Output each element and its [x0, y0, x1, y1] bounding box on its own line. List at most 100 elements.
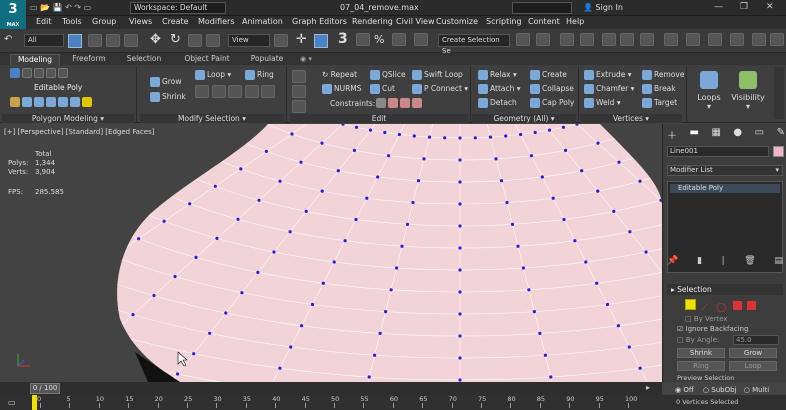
- mesh-vertex[interactable]: [412, 134, 416, 138]
- mesh-vertex[interactable]: [562, 217, 566, 222]
- vase-mesh[interactable]: [0, 124, 662, 382]
- mesh-vertex[interactable]: [162, 219, 166, 223]
- tab-freeform[interactable]: Freeform: [64, 54, 114, 65]
- mesh-vertex[interactable]: [73, 176, 76, 179]
- menu-item-modifiers[interactable]: Modifiers: [198, 17, 235, 26]
- mesh-vertex[interactable]: [627, 345, 631, 349]
- mesh-vertex[interactable]: [458, 334, 462, 338]
- mesh-vertex[interactable]: [458, 356, 462, 360]
- edit-footer[interactable]: Edit: [290, 114, 468, 123]
- tab-object-paint[interactable]: Object Paint: [176, 54, 238, 65]
- mesh-vertex[interactable]: [644, 250, 648, 254]
- loop-selection-button[interactable]: Loop: [729, 361, 777, 371]
- menu-item-group[interactable]: Group: [92, 17, 116, 26]
- menu-item-rendering[interactable]: Rendering: [352, 17, 393, 26]
- mesh-vertex[interactable]: [206, 124, 210, 126]
- mesh-vertex[interactable]: [652, 149, 656, 153]
- mesh-vertex[interactable]: [411, 200, 415, 205]
- mirror-icon[interactable]: [516, 33, 530, 48]
- mesh-vertex[interactable]: [9, 124, 12, 126]
- mesh-vertex[interactable]: [488, 135, 493, 139]
- mesh-vertex[interactable]: [289, 345, 293, 349]
- mesh-vertex[interactable]: [397, 132, 401, 137]
- object-name-field[interactable]: Line001: [667, 146, 769, 157]
- repeat-button[interactable]: ↻ Repeat: [322, 70, 357, 79]
- stack-controls[interactable]: 📌 ▮ ∣ 🗑 ▤: [667, 256, 783, 266]
- mesh-vertex[interactable]: [551, 196, 555, 200]
- render-setup-icon[interactable]: [686, 33, 700, 48]
- modify-selection-footer[interactable]: Modify Selection ▾: [140, 114, 284, 123]
- geometry-footer[interactable]: Geometry (All) ▾: [472, 114, 576, 123]
- weld-button[interactable]: Weld ▾: [584, 98, 621, 108]
- mesh-vertex[interactable]: [373, 353, 377, 357]
- nurms-button[interactable]: NURMS: [322, 84, 362, 94]
- named-selection-dropdown[interactable]: Create Selection Se: [438, 34, 510, 55]
- mesh-vertex[interactable]: [131, 313, 135, 317]
- mesh-vertex[interactable]: [367, 375, 371, 379]
- mesh-vertex[interactable]: [458, 158, 462, 162]
- align-icon[interactable]: [536, 33, 550, 48]
- mesh-vertex[interactable]: [443, 136, 447, 140]
- mesh-vertex[interactable]: [519, 132, 523, 137]
- edge-subobject-icon[interactable]: ⟋: [702, 303, 713, 314]
- mesh-vertex[interactable]: [1, 161, 4, 164]
- mesh-vertex[interactable]: [240, 291, 244, 295]
- next-frame-icon[interactable]: ▸: [646, 383, 650, 392]
- mesh-vertex[interactable]: [580, 169, 584, 173]
- track-bar[interactable]: ▭ 0 5 10 15 20 25 30 35 40 45 50 55 60 65 70 75 80 85 90 95…: [0, 395, 786, 410]
- mesh-vertex[interactable]: [35, 307, 38, 310]
- mesh-vertex[interactable]: [532, 310, 537, 314]
- mesh-vertex[interactable]: [617, 160, 621, 164]
- tab-populate[interactable]: Populate: [242, 54, 292, 65]
- mesh-vertex[interactable]: [264, 149, 268, 153]
- time-slider[interactable]: 0 / 100 ▸: [0, 382, 662, 395]
- mesh-vertex[interactable]: [596, 189, 600, 193]
- select-manipulate-icon[interactable]: ✛: [296, 32, 307, 47]
- mesh-vertex[interactable]: [256, 270, 260, 274]
- select-object-icon[interactable]: [68, 34, 82, 48]
- pin-stack-icon[interactable]: 📌: [667, 256, 678, 266]
- layer-explorer-icon[interactable]: [580, 33, 594, 48]
- ribbon-toggle-icon[interactable]: [602, 33, 616, 48]
- target-button[interactable]: Target: [642, 98, 677, 108]
- place-icon[interactable]: [206, 34, 220, 49]
- mesh-vertex[interactable]: [395, 266, 399, 270]
- mesh-vertex[interactable]: [368, 128, 373, 132]
- ring-selection-button[interactable]: Ring: [677, 361, 725, 371]
- mesh-vertex[interactable]: [533, 130, 537, 135]
- edit-named-selection-icon[interactable]: [414, 33, 428, 48]
- mesh-vertex[interactable]: [215, 236, 219, 240]
- mesh-vertex[interactable]: [540, 175, 544, 179]
- mesh-vertex[interactable]: [257, 198, 261, 202]
- mesh-vertex[interactable]: [365, 196, 369, 200]
- mesh-vertex[interactable]: [527, 288, 531, 292]
- qslice-button[interactable]: QSlice: [370, 70, 406, 80]
- collapse-button[interactable]: Collapse: [530, 84, 574, 94]
- angle-spinner[interactable]: 45.0: [733, 335, 779, 345]
- time-slider-thumb[interactable]: 0 / 100: [30, 383, 60, 394]
- mesh-vertex[interactable]: [612, 209, 616, 213]
- a360-icon[interactable]: [770, 33, 784, 48]
- mesh-vertex[interactable]: [224, 311, 228, 315]
- snaps-toggle-icon[interactable]: 3: [338, 31, 348, 47]
- stack-item-editable-poly[interactable]: Editable Poly: [670, 184, 780, 193]
- curve-editor-icon[interactable]: [620, 33, 634, 48]
- preview-selection-radios[interactable]: ◉ Off ○ SubObj ○ Multi: [675, 386, 769, 394]
- mesh-vertex[interactable]: [343, 239, 347, 243]
- shrink-selection-button[interactable]: Shrink: [677, 348, 725, 358]
- scale-icon[interactable]: [188, 34, 202, 49]
- menu-item-graph-editors[interactable]: Graph Editors: [292, 17, 347, 26]
- ribbon-scroll-handle[interactable]: [774, 67, 784, 119]
- move-icon[interactable]: ✥: [150, 32, 161, 47]
- mesh-vertex[interactable]: [272, 250, 276, 254]
- make-unique-icon[interactable]: ∣: [721, 256, 726, 266]
- mesh-vertex[interactable]: [278, 366, 282, 370]
- mesh-vertex[interactable]: [111, 255, 114, 258]
- mesh-vertex[interactable]: [561, 125, 566, 129]
- mesh-vertex[interactable]: [110, 332, 113, 335]
- mesh-vertex[interactable]: [352, 148, 356, 152]
- mesh-vertex[interactable]: [304, 209, 308, 213]
- by-vertex-checkbox[interactable]: □ By Vertex: [685, 315, 728, 323]
- motion-tab-icon[interactable]: ●: [733, 127, 742, 142]
- modify-tab-icon[interactable]: ▬: [690, 127, 699, 142]
